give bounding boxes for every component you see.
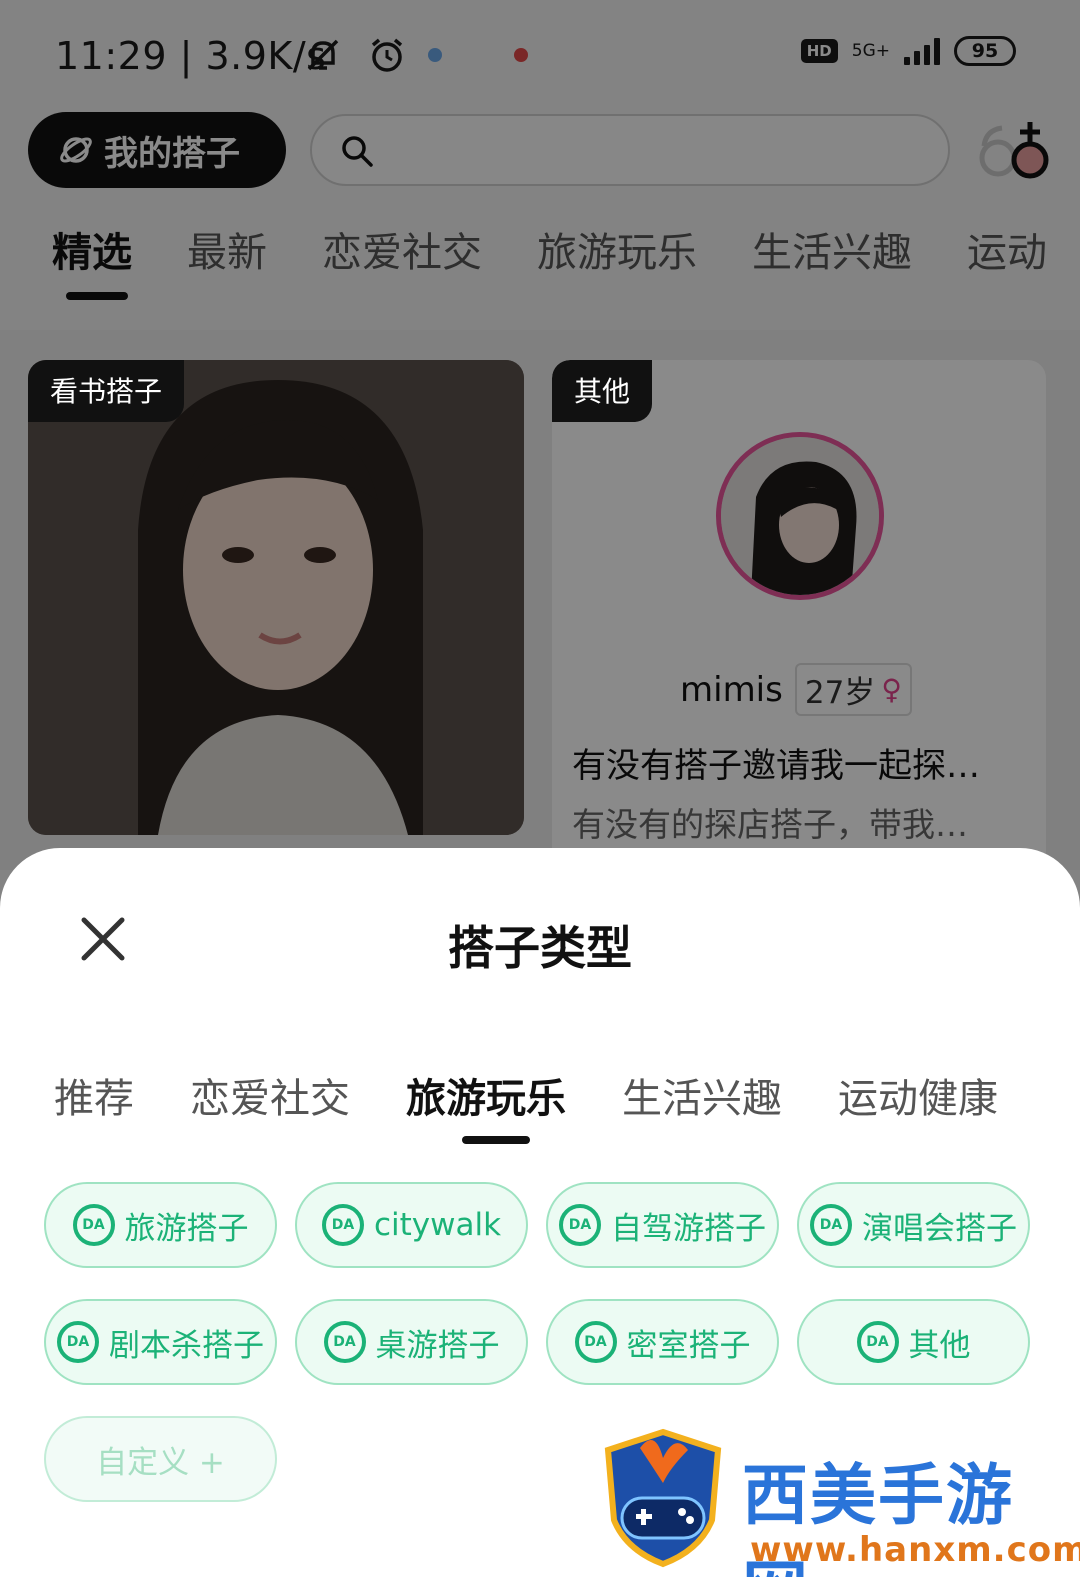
- da-icon: DA: [856, 1321, 899, 1363]
- tab-dating[interactable]: 恋爱社交: [190, 1066, 350, 1128]
- chip-label: 演唱会搭子: [862, 1210, 1017, 1247]
- chip-label: 旅游搭子: [124, 1210, 249, 1247]
- chip-custom[interactable]: 自定义 +: [44, 1416, 277, 1502]
- da-icon: DA: [323, 1321, 366, 1363]
- chip-label: 自驾游搭子: [611, 1210, 766, 1247]
- chip-other[interactable]: DA 其他: [797, 1299, 1030, 1385]
- card-tag: 看书搭子: [28, 360, 185, 422]
- chip-road-trip[interactable]: DA 自驾游搭子: [546, 1182, 779, 1268]
- chip-concert[interactable]: DA 演唱会搭子: [797, 1182, 1030, 1268]
- chip-board-game[interactable]: DA 桌游搭子: [295, 1299, 528, 1385]
- card-tag: 其他: [552, 360, 653, 422]
- chip-label: 密室搭子: [626, 1327, 751, 1364]
- watermark-url: www.hanxm.com: [750, 1530, 1080, 1570]
- watermark: 西美手游网 www.hanxm.com: [600, 1428, 1080, 1577]
- tab-hobby[interactable]: 生活兴趣: [622, 1066, 782, 1128]
- da-icon: DA: [810, 1204, 852, 1246]
- sheet-title: 搭子类型: [448, 921, 632, 975]
- chip-script-murder[interactable]: DA 剧本杀搭子: [44, 1299, 277, 1385]
- da-icon: DA: [321, 1204, 364, 1246]
- chip-citywalk[interactable]: DA citywalk: [295, 1182, 528, 1268]
- tab-travel[interactable]: 旅游玩乐: [406, 1066, 566, 1144]
- da-icon: DA: [574, 1321, 617, 1363]
- chip-label: 桌游搭子: [375, 1327, 500, 1364]
- tab-sport[interactable]: 运动健康: [838, 1066, 998, 1128]
- chip-label: citywalk: [373, 1207, 502, 1243]
- da-icon: DA: [559, 1204, 601, 1246]
- da-icon: DA: [72, 1204, 115, 1246]
- tab-recommend[interactable]: 推荐: [54, 1066, 134, 1128]
- chip-travel-partner[interactable]: DA 旅游搭子: [44, 1182, 277, 1268]
- chip-escape-room[interactable]: DA 密室搭子: [546, 1299, 779, 1385]
- sheet-tabs: 推荐 恋爱社交 旅游玩乐 生活兴趣 运动健康: [54, 1066, 1054, 1144]
- chip-label: 剧本杀搭子: [109, 1327, 264, 1364]
- chip-custom-label: 自定义 +: [96, 1444, 225, 1481]
- gamepad-shield-logo-icon: [604, 1428, 722, 1568]
- chip-label: 其他: [908, 1327, 971, 1364]
- da-icon: DA: [57, 1321, 99, 1363]
